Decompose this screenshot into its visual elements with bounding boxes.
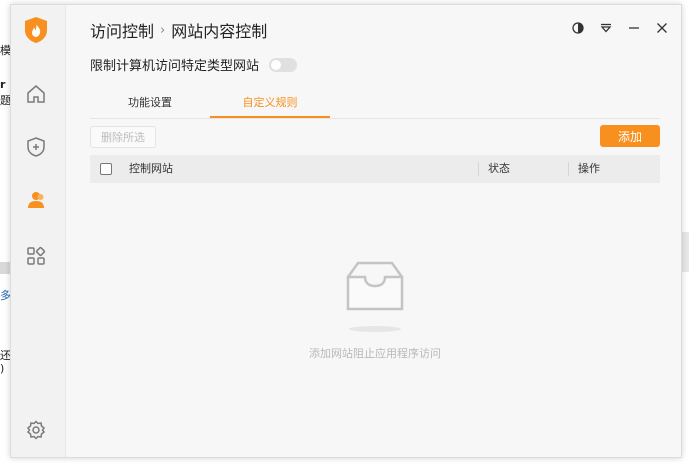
settings-gear-icon	[25, 419, 47, 445]
page-title: 网站内容控制	[171, 22, 268, 41]
sidebar-item-settings[interactable]	[23, 419, 49, 445]
shield-plus-icon	[25, 136, 47, 162]
sidebar-item-home[interactable]	[23, 83, 49, 109]
restriction-label: 限制计算机访问特定类型网站	[90, 59, 260, 74]
sidebar-item-access-control[interactable]	[23, 189, 49, 215]
column-header-actions: 操作	[578, 162, 600, 175]
apps-grid-icon	[25, 245, 47, 271]
tab-custom-rules[interactable]: 自定义规则	[210, 93, 330, 118]
app-logo-icon	[23, 17, 49, 43]
close-icon	[656, 19, 668, 38]
bg-strip	[0, 262, 10, 274]
restriction-row: 限制计算机访问特定类型网站	[90, 55, 298, 74]
user-icon	[25, 189, 47, 215]
bg-strip-right	[681, 232, 689, 272]
sidebar	[11, 5, 66, 457]
main-panel: 访问控制 › 网站内容控制 限制计算机访问特定类型网站 功能设置 自定义规则 删…	[66, 5, 681, 457]
breadcrumb-parent[interactable]: 访问控制	[90, 18, 154, 42]
column-divider	[478, 162, 479, 176]
window-controls	[567, 17, 673, 39]
empty-state-message: 添加网站阻止应用程序访问	[309, 347, 441, 360]
app-window: 访问控制 › 网站内容控制 限制计算机访问特定类型网站 功能设置 自定义规则 删…	[10, 4, 682, 458]
add-button[interactable]: 添加	[600, 125, 660, 147]
select-all-checkbox[interactable]	[100, 163, 112, 175]
bg-fragment: )	[0, 362, 5, 375]
delete-selected-button[interactable]: 删除所选	[90, 126, 156, 148]
minimize-button[interactable]	[623, 17, 645, 39]
close-button[interactable]	[651, 17, 673, 39]
table-header: 控制网站 状态 操作	[90, 155, 660, 183]
minimize-icon	[628, 19, 640, 38]
home-icon	[25, 83, 47, 109]
bg-fragment: r	[0, 78, 6, 91]
breadcrumb-separator: ›	[160, 22, 166, 38]
column-divider	[568, 162, 569, 176]
tab-bar: 功能设置 自定义规则	[90, 93, 660, 119]
column-header-website: 控制网站	[129, 162, 173, 175]
column-header-status: 状态	[488, 162, 510, 175]
empty-inbox-icon	[340, 261, 410, 339]
contrast-icon	[572, 19, 584, 38]
menu-button[interactable]	[595, 17, 617, 39]
tab-function-settings[interactable]: 功能设置	[90, 93, 210, 118]
empty-state: 添加网站阻止应用程序访问	[90, 255, 660, 360]
dropdown-menu-icon	[600, 19, 612, 38]
sidebar-item-protection[interactable]	[23, 136, 49, 162]
breadcrumb: 访问控制 › 网站内容控制	[90, 18, 267, 42]
restriction-toggle[interactable]	[269, 57, 298, 72]
sidebar-item-apps[interactable]	[23, 245, 49, 271]
theme-button[interactable]	[567, 17, 589, 39]
